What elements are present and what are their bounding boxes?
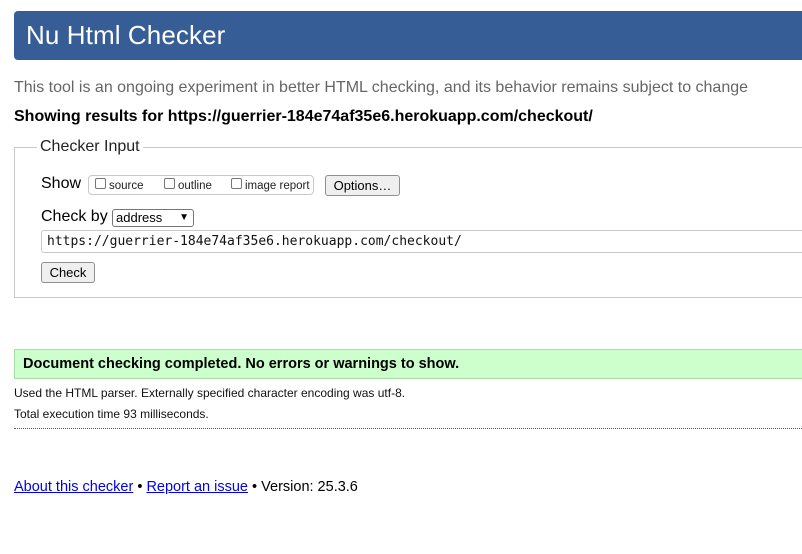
outline-checkbox[interactable] — [164, 178, 175, 189]
footer-separator: • — [252, 479, 258, 495]
image-report-checkbox-label[interactable]: image report — [245, 180, 310, 192]
page-header: Nu Html Checker — [14, 11, 802, 60]
fieldset-legend: Checker Input — [37, 138, 143, 156]
check-by-selected-value: address — [116, 210, 163, 225]
show-label: Show — [41, 175, 82, 192]
url-input[interactable]: https://guerrier-184e74af35e6.herokuapp.… — [41, 230, 802, 253]
source-checkbox-label[interactable]: source — [109, 180, 144, 192]
execution-time: Total execution time 93 milliseconds. — [14, 407, 209, 421]
about-link[interactable]: About this checker — [14, 479, 133, 495]
check-button[interactable]: Check — [41, 262, 95, 283]
source-checkbox[interactable] — [95, 178, 106, 189]
options-button[interactable]: Options… — [325, 175, 400, 196]
parser-info: Used the HTML parser. Externally specifi… — [14, 386, 406, 400]
report-issue-link[interactable]: Report an issue — [146, 479, 248, 495]
show-options-group: source outline image report — [88, 175, 314, 195]
image-report-checkbox[interactable] — [231, 178, 242, 189]
outline-checkbox-label[interactable]: outline — [178, 180, 212, 192]
divider — [14, 428, 802, 429]
footer-separator: • — [137, 479, 143, 495]
check-by-label: Check by — [41, 208, 108, 225]
page-title: Nu Html Checker — [26, 20, 226, 50]
chevron-down-icon: ▼ — [179, 212, 189, 223]
checker-input-fieldset: Checker Input Show source outline image … — [14, 138, 802, 298]
success-message: Document checking completed. No errors o… — [14, 349, 802, 379]
results-heading: Showing results for https://guerrier-184… — [14, 108, 593, 125]
version-text: Version: 25.3.6 — [261, 479, 358, 495]
footer: About this checker • Report an issue • V… — [14, 479, 358, 495]
check-by-select[interactable]: address ▼ — [112, 209, 194, 227]
tagline: This tool is an ongoing experiment in be… — [14, 79, 749, 96]
